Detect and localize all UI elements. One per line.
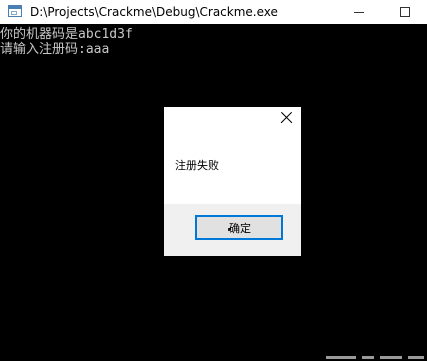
- ok-button-label: 确定: [229, 221, 251, 235]
- console-line-registration-input: 请输入注册码:aaa: [0, 42, 110, 57]
- dialog-button-area: 确定: [164, 204, 301, 256]
- ok-button[interactable]: 确定: [195, 215, 283, 240]
- message-box-dialog: 注册失败 确定: [164, 107, 301, 256]
- close-icon[interactable]: [279, 111, 293, 125]
- console-window-icon[interactable]: [8, 5, 22, 17]
- console-line-machine-code: 你的机器码是abc1d3f: [0, 27, 133, 42]
- minimize-icon: [354, 11, 364, 13]
- maximize-button[interactable]: [382, 0, 427, 24]
- clipped-artifact: [326, 355, 427, 361]
- window-title: D:\Projects\Crackme\Debug\Crackme.exe: [30, 5, 278, 19]
- message-text: 注册失败: [175, 159, 219, 172]
- window-title-bar[interactable]: D:\Projects\Crackme\Debug\Crackme.exe: [0, 0, 427, 24]
- maximize-icon: [400, 7, 410, 17]
- minimize-button[interactable]: [336, 0, 382, 24]
